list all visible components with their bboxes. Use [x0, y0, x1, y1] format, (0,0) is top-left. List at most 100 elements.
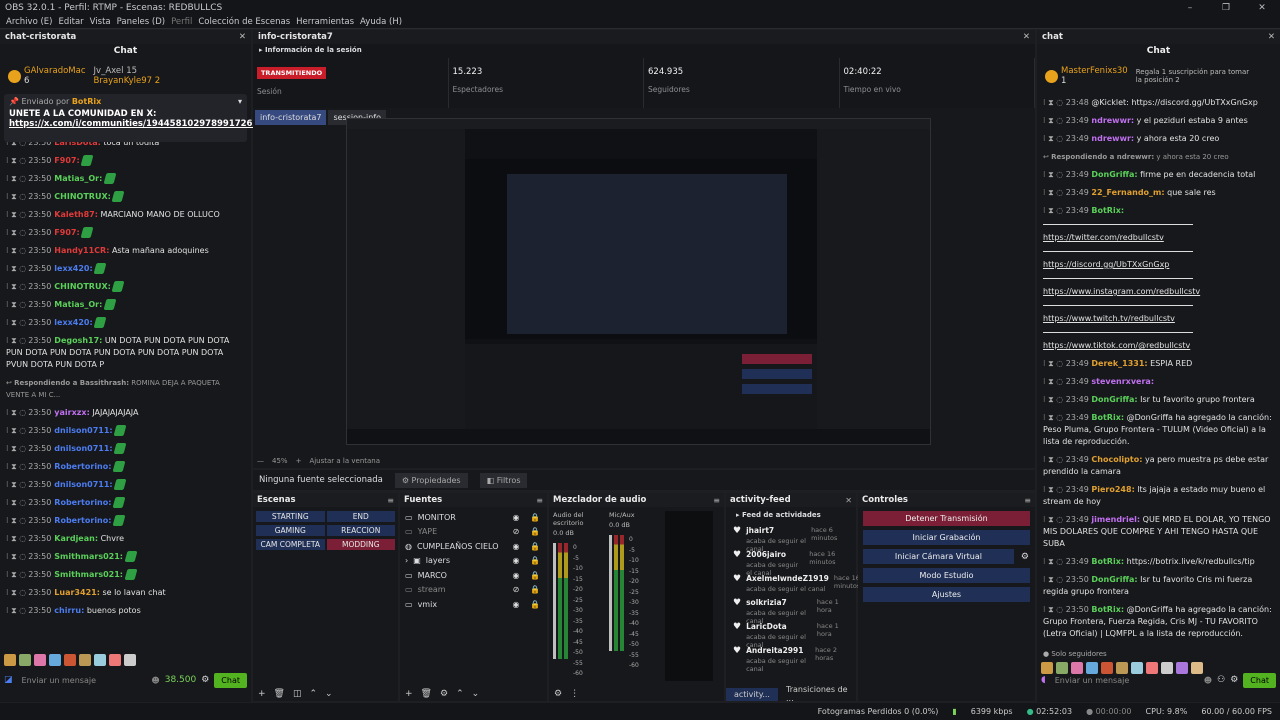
lock-icon[interactable]: 🔒: [528, 585, 542, 594]
message-user[interactable]: Smithmars021:: [54, 552, 123, 561]
message-user[interactable]: lexx420:: [54, 264, 92, 273]
message-user[interactable]: Smithmars021:: [54, 570, 123, 579]
menu-profile[interactable]: Perfil: [171, 17, 192, 27]
more-icon[interactable]: ⋮: [570, 689, 579, 699]
message-user[interactable]: F907:: [54, 228, 79, 237]
dock-menu-icon[interactable]: ≡: [387, 496, 394, 505]
smiley-icon[interactable]: ☻: [151, 676, 159, 685]
settings-icon[interactable]: ⚙: [1230, 675, 1238, 685]
lock-icon[interactable]: 🔒: [528, 527, 542, 536]
source-item[interactable]: ◍ CUMPLEAÑOS CIELO ◉ 🔒: [400, 539, 547, 554]
trash-icon[interactable]: 🗑: [274, 689, 285, 699]
volume-meter[interactable]: 0 -5 -10 -15 -20 -25 -30 -35 -40 -45 -50 -55 -60: [609, 535, 659, 669]
message-user[interactable]: Kaleth87:: [54, 210, 98, 219]
lock-icon[interactable]: 🔒: [528, 600, 542, 609]
message-user[interactable]: Luar3421:: [54, 588, 100, 597]
stream-preview[interactable]: [346, 118, 931, 445]
pin-toggle-icon[interactable]: ▾: [238, 97, 242, 106]
scene-button[interactable]: END: [326, 511, 395, 522]
properties-button[interactable]: ⚙ Propiedades: [394, 472, 468, 488]
chat-input[interactable]: Enviar un mensaje ☻: [1051, 671, 1212, 689]
message-user[interactable]: lexx420:: [54, 318, 92, 327]
message-user[interactable]: BotRix:: [1091, 413, 1124, 422]
zoom-out-icon[interactable]: —: [257, 457, 264, 465]
gear-icon[interactable]: ⚙: [440, 689, 448, 699]
lock-icon[interactable]: 🔒: [528, 571, 542, 580]
menu-file[interactable]: Archivo (E): [6, 17, 52, 27]
message-user[interactable]: BotRix:: [1091, 206, 1124, 215]
menu-docks[interactable]: Paneles (D): [117, 17, 165, 27]
scene-button[interactable]: CAM COMPLETA: [256, 539, 325, 550]
gear-icon[interactable]: ⚙: [554, 689, 562, 699]
chat-send-button[interactable]: Chat: [1243, 672, 1276, 688]
close-icon[interactable]: ✕: [1268, 32, 1275, 42]
menu-tools[interactable]: Herramientas: [296, 17, 354, 27]
tab-activity[interactable]: activity...: [726, 687, 778, 701]
message-user[interactable]: 22_Fernando_m:: [1091, 188, 1164, 197]
message-user[interactable]: Chocolipto:: [1091, 455, 1142, 464]
message-user[interactable]: Degosh17:: [54, 336, 102, 345]
tab-info[interactable]: info-cristorata7: [255, 110, 327, 125]
scene-button-active[interactable]: MODDING: [326, 539, 395, 550]
add-icon[interactable]: +: [258, 689, 266, 699]
message-user[interactable]: BotRix:: [1091, 605, 1124, 614]
message-user[interactable]: Robertorino:: [54, 516, 111, 525]
up-icon[interactable]: ⌃: [456, 689, 464, 699]
studio-mode-button[interactable]: Modo Estudio: [863, 568, 1030, 583]
message-user[interactable]: Matias_Or:: [54, 174, 102, 183]
volume-meter[interactable]: 0 -5 -10 -15 -20 -25 -30 -35 -40 -45 -50 -55 -60: [553, 543, 603, 677]
link[interactable]: https://www.instagram.com/redbullcstv: [1037, 283, 1280, 301]
down-icon[interactable]: ⌄: [472, 689, 480, 699]
message-user[interactable]: Derek_1331:: [1091, 359, 1147, 368]
gear-icon[interactable]: ⚙: [1021, 552, 1029, 562]
fit-window-button[interactable]: Ajustar a la ventana: [309, 457, 380, 465]
start-recording-button[interactable]: Iniciar Grabación: [863, 530, 1030, 545]
message-user[interactable]: Respondiendo a Bassithrash:: [14, 379, 129, 387]
message-user[interactable]: Kardjean:: [54, 534, 98, 543]
menu-view[interactable]: Vista: [90, 17, 111, 27]
message-user[interactable]: jimendriel:: [1091, 515, 1140, 524]
eye-off-icon[interactable]: ⊘: [509, 527, 523, 536]
link[interactable]: https://www.tiktok.com/@redbullcstv: [1037, 337, 1280, 355]
menu-edit[interactable]: Editar: [58, 17, 83, 27]
close-icon[interactable]: ✕: [239, 32, 246, 42]
lock-icon[interactable]: 🔒: [528, 513, 542, 522]
close-button[interactable]: ✕: [1244, 3, 1280, 13]
message-user[interactable]: Handy11CR:: [54, 246, 109, 255]
close-icon[interactable]: ✕: [845, 496, 852, 505]
stop-streaming-button[interactable]: Detener Transmisión: [863, 511, 1030, 526]
pinned-link[interactable]: https://x.com/i/communities/194458102978…: [9, 119, 258, 129]
message-user[interactable]: LarisDota:: [54, 142, 101, 147]
eye-icon[interactable]: ◉: [509, 542, 523, 551]
emote-icon[interactable]: ◪: [4, 675, 13, 685]
link[interactable]: https://www.twitch.tv/redbullcstv: [1037, 310, 1280, 328]
filter-icon[interactable]: ◫: [293, 689, 302, 699]
close-icon[interactable]: ✕: [1023, 32, 1030, 42]
zoom-in-icon[interactable]: +: [296, 457, 302, 465]
link[interactable]: https://discord.gg/UbTXxGnGxp: [1037, 256, 1280, 274]
mic-icon[interactable]: ◖: [1041, 675, 1046, 685]
message-user[interactable]: F907:: [54, 156, 79, 165]
message-user[interactable]: BotRix:: [1091, 557, 1124, 566]
message-user[interactable]: Respondiendo a ndrewwr:: [1051, 153, 1154, 161]
message-user[interactable]: dnilson0711:: [54, 480, 112, 489]
lock-icon[interactable]: 🔒: [528, 542, 542, 551]
settings-icon[interactable]: ⚙: [201, 675, 209, 685]
source-item[interactable]: ▭ YAPE ⊘ 🔒: [400, 525, 547, 540]
message-user[interactable]: dnilson0711:: [54, 444, 112, 453]
message-user[interactable]: DonGriffa:: [1091, 170, 1137, 179]
chevron-right-icon[interactable]: ›: [405, 556, 408, 565]
message-user[interactable]: ndrewwr:: [1091, 116, 1134, 125]
eye-icon[interactable]: ◉: [509, 513, 523, 522]
eye-icon[interactable]: ◉: [509, 600, 523, 609]
source-item[interactable]: ▭ MONITOR ◉ 🔒: [400, 510, 547, 525]
lock-icon[interactable]: 🔒: [528, 556, 542, 565]
source-item[interactable]: ▭ stream ⊘ 🔒: [400, 583, 547, 598]
scene-button[interactable]: STARTING: [256, 511, 325, 522]
scene-button[interactable]: GAMING: [256, 525, 325, 536]
menu-scene-collection[interactable]: Colección de Escenas: [198, 17, 290, 27]
scene-button[interactable]: REACCION: [326, 525, 395, 536]
dock-menu-icon[interactable]: ≡: [1024, 496, 1031, 505]
up-icon[interactable]: ⌃: [310, 689, 318, 699]
message-user[interactable]: CHINOTRUX:: [54, 282, 111, 291]
